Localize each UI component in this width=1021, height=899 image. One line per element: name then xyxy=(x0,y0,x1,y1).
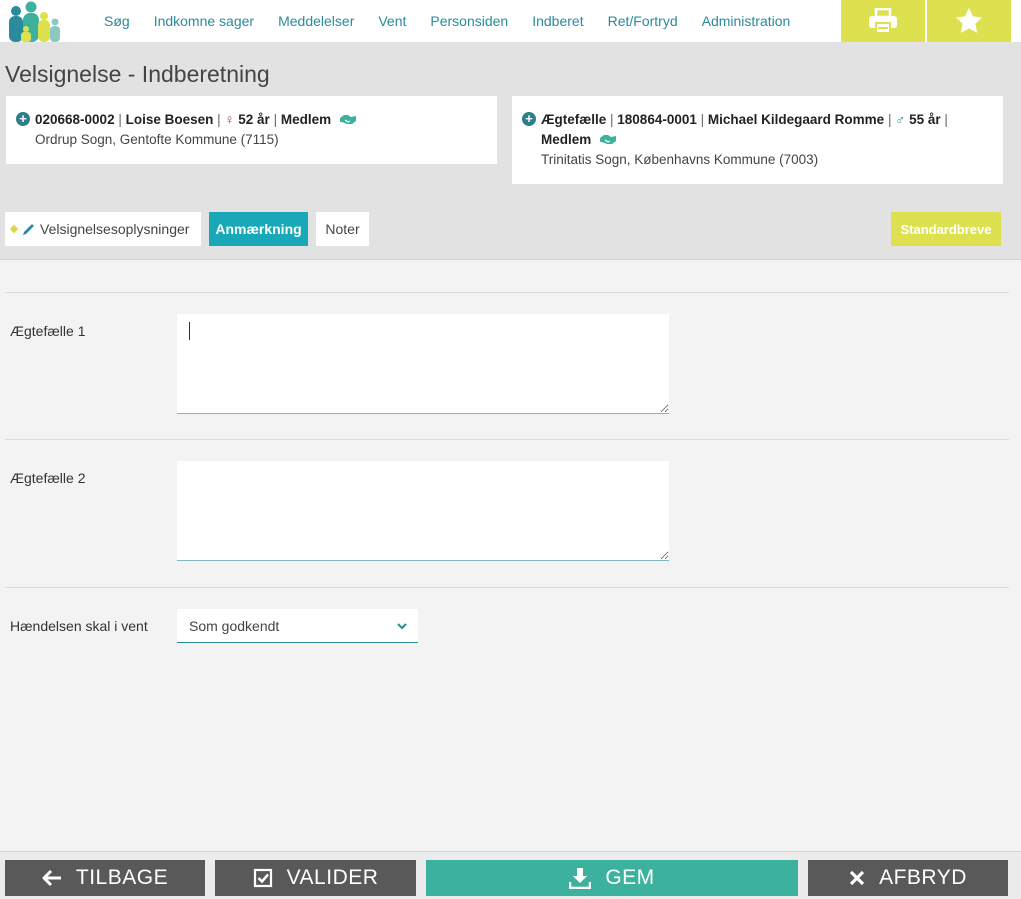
modified-marker-icon xyxy=(9,224,19,234)
person-age: 55 år xyxy=(909,112,941,127)
person-address: Trinitatis Sogn, Københavns Kommune (700… xyxy=(541,152,819,167)
family-logo[interactable] xyxy=(4,0,62,42)
nav-item-incoming-cases[interactable]: Indkomne sager xyxy=(142,13,266,29)
cancel-button[interactable]: AFBRYD xyxy=(808,860,1008,896)
page-title: Velsignelse - Indberetning xyxy=(5,61,270,87)
divider xyxy=(5,439,1009,440)
back-label: TILBAGE xyxy=(75,866,169,889)
back-button[interactable]: TILBAGE xyxy=(5,860,205,896)
standard-letters-button[interactable]: Standardbreve xyxy=(891,212,1001,246)
nav-item-report[interactable]: Indberet xyxy=(520,13,595,29)
person-cpr[interactable]: 020668-0002 xyxy=(35,112,115,127)
text-cursor xyxy=(189,322,190,340)
top-navigation-bar: Søg Indkomne sager Meddelelser Vent Pers… xyxy=(0,0,1021,42)
nav-item-search[interactable]: Søg xyxy=(92,13,142,29)
person-address: Ordrup Sogn, Gentofte Kommune (7115) xyxy=(35,132,279,147)
validate-label: VALIDER xyxy=(286,866,379,889)
checkbox-checked-icon xyxy=(253,868,272,888)
tab-label: Anmærkning xyxy=(215,221,302,237)
divider xyxy=(5,587,1009,588)
member-status: Medlem xyxy=(280,112,332,127)
wait-status-value: Som godkendt xyxy=(189,617,280,634)
person-card-spouse: + Ægtefælle | 180864-0001 | Michael Kild… xyxy=(512,96,1003,184)
save-label: GEM xyxy=(605,866,655,889)
tab-notes[interactable]: Noter xyxy=(316,212,369,246)
validate-button[interactable]: VALIDER xyxy=(215,860,416,896)
spouse2-remark-textarea[interactable] xyxy=(177,461,669,561)
nav-item-wait[interactable]: Vent xyxy=(366,13,418,29)
printer-icon xyxy=(869,8,897,34)
favorite-button[interactable] xyxy=(927,0,1011,42)
tab-blessing-info[interactable]: Velsignelsesoplysninger xyxy=(5,212,201,246)
person-name: Loise Boesen xyxy=(125,112,214,127)
person-cpr[interactable]: 180864-0001 xyxy=(617,112,697,127)
person-name: Michael Kildegaard Romme xyxy=(707,112,885,127)
pencil-icon xyxy=(23,223,34,235)
save-button[interactable]: GEM xyxy=(426,860,798,896)
female-person-icon: ♀ xyxy=(224,112,235,127)
tab-label: Velsignelsesoplysninger xyxy=(40,221,190,237)
person-card-primary: + 020668-0002 | Loise Boesen | ♀ 52 år |… xyxy=(6,96,497,164)
nav-item-messages[interactable]: Meddelelser xyxy=(266,13,366,29)
expand-plus-icon[interactable]: + xyxy=(16,112,30,126)
divider xyxy=(5,292,1009,293)
arrow-left-icon xyxy=(42,869,61,887)
star-icon xyxy=(955,7,983,33)
male-person-icon: ♂ xyxy=(895,112,906,127)
close-icon xyxy=(849,870,865,886)
nav-item-administration[interactable]: Administration xyxy=(690,13,803,29)
spouse-role: Ægtefælle xyxy=(541,112,607,127)
person-age: 52 år xyxy=(238,112,270,127)
case-header: Velsignelse - Indberetning + 020668-0002… xyxy=(0,42,1021,260)
wait-label: Hændelsen skal i vent xyxy=(10,618,148,634)
spouse1-label: Ægtefælle 1 xyxy=(10,323,86,339)
tab-label: Noter xyxy=(325,221,360,237)
spouse1-remark-textarea[interactable] xyxy=(177,314,669,414)
cancel-label: AFBRYD xyxy=(879,866,967,889)
tab-remark[interactable]: Anmærkning xyxy=(209,212,308,246)
action-bar: TILBAGE VALIDER GEM AFBRYD xyxy=(0,851,1021,899)
chevron-down-icon xyxy=(397,623,407,630)
expand-plus-icon[interactable]: + xyxy=(522,112,536,126)
print-button[interactable] xyxy=(841,0,925,42)
nav-item-correct-undo[interactable]: Ret/Fortryd xyxy=(596,13,690,29)
handshake-icon xyxy=(600,135,617,145)
spouse2-label: Ægtefælle 2 xyxy=(10,470,86,486)
wait-status-select[interactable]: Som godkendt xyxy=(177,609,418,643)
main-nav: Søg Indkomne sager Meddelelser Vent Pers… xyxy=(92,0,802,42)
nav-item-person-page[interactable]: Personsiden xyxy=(418,13,520,29)
handshake-icon xyxy=(339,115,356,125)
download-icon xyxy=(569,868,592,889)
member-status: Medlem xyxy=(541,132,592,147)
